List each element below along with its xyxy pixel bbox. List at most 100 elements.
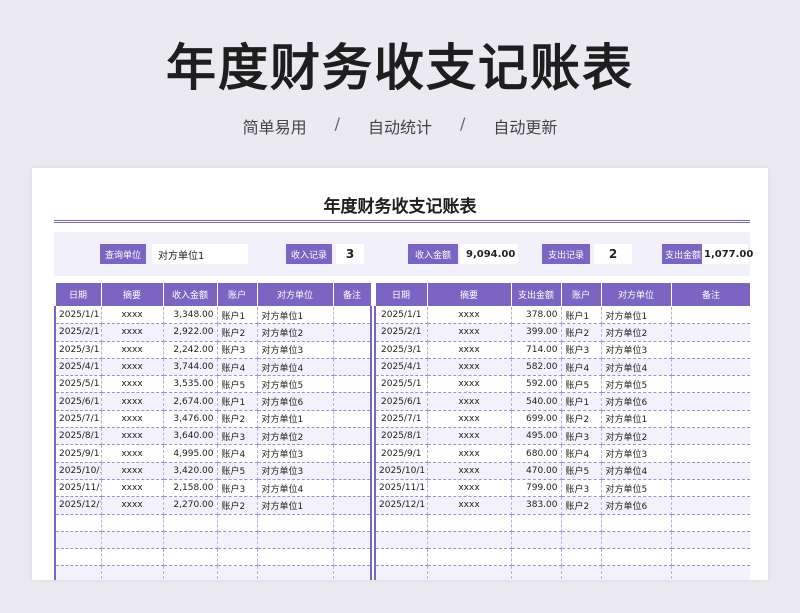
- income-cell[interactable]: [333, 548, 372, 567]
- expense-cell[interactable]: 399.00: [511, 323, 562, 342]
- expense-cell[interactable]: xxxx: [427, 444, 512, 463]
- expense-cell[interactable]: [427, 531, 512, 550]
- income-cell[interactable]: [333, 392, 372, 411]
- expense-cell[interactable]: [671, 496, 750, 515]
- income-cell[interactable]: 2025/10/1: [54, 462, 102, 480]
- income-cell[interactable]: 对方单位5: [257, 375, 334, 394]
- income-cell[interactable]: 2025/3/1: [54, 341, 102, 359]
- income-cell[interactable]: 2,270.00: [163, 496, 218, 515]
- expense-cell[interactable]: 对方单位3: [601, 444, 672, 463]
- income-cell[interactable]: 账户5: [217, 375, 258, 394]
- income-cell[interactable]: 2,922.00: [163, 323, 218, 342]
- income-cell[interactable]: xxxx: [101, 375, 164, 394]
- expense-cell[interactable]: xxxx: [427, 392, 512, 411]
- income-cell[interactable]: [333, 323, 372, 342]
- income-cell[interactable]: 2025/8/1: [54, 427, 102, 446]
- expense-cell[interactable]: 账户4: [561, 358, 602, 377]
- expense-cell[interactable]: 2025/12/1: [374, 496, 428, 515]
- expense-cell[interactable]: 对方单位4: [601, 462, 672, 480]
- expense-cell[interactable]: 2025/3/1: [374, 341, 428, 359]
- income-cell[interactable]: 2,242.00: [163, 341, 218, 359]
- income-cell[interactable]: [163, 514, 218, 532]
- expense-cell[interactable]: 账户5: [561, 462, 602, 480]
- income-cell[interactable]: [333, 306, 372, 325]
- income-cell[interactable]: 2025/6/1: [54, 392, 102, 411]
- income-cell[interactable]: 4,995.00: [163, 444, 218, 463]
- expense-cell[interactable]: xxxx: [427, 427, 512, 446]
- expense-cell[interactable]: xxxx: [427, 479, 512, 498]
- expense-cell[interactable]: 2025/11/1: [374, 479, 428, 498]
- income-cell[interactable]: 账户3: [217, 341, 258, 359]
- expense-cell[interactable]: 账户4: [561, 444, 602, 463]
- expense-cell[interactable]: [374, 565, 428, 580]
- expense-cell[interactable]: 2025/8/1: [374, 427, 428, 446]
- expense-cell[interactable]: [671, 565, 750, 580]
- expense-cell[interactable]: 账户3: [561, 427, 602, 446]
- expense-cell[interactable]: 2025/1/1: [374, 306, 428, 325]
- expense-cell[interactable]: [374, 531, 428, 550]
- expense-cell[interactable]: 2025/4/1: [374, 358, 428, 377]
- income-cell[interactable]: 对方单位4: [257, 479, 334, 498]
- expense-cell[interactable]: 714.00: [511, 341, 562, 359]
- income-cell[interactable]: 3,476.00: [163, 410, 218, 429]
- income-cell[interactable]: 对方单位1: [257, 410, 334, 429]
- income-cell[interactable]: xxxx: [101, 496, 164, 515]
- expense-cell[interactable]: [671, 514, 750, 532]
- expense-cell[interactable]: 账户1: [561, 306, 602, 325]
- expense-cell[interactable]: xxxx: [427, 341, 512, 359]
- expense-cell[interactable]: [601, 548, 672, 567]
- expense-cell[interactable]: 2025/2/1: [374, 323, 428, 342]
- income-cell[interactable]: [333, 410, 372, 429]
- expense-cell[interactable]: [427, 548, 512, 567]
- expense-cell[interactable]: 对方单位3: [601, 341, 672, 359]
- income-cell[interactable]: 对方单位2: [257, 427, 334, 446]
- expense-cell[interactable]: [671, 358, 750, 377]
- income-cell[interactable]: 对方单位4: [257, 358, 334, 377]
- income-cell[interactable]: 账户4: [217, 358, 258, 377]
- expense-cell[interactable]: [671, 548, 750, 567]
- expense-cell[interactable]: 2025/5/1: [374, 375, 428, 394]
- income-cell[interactable]: [333, 565, 372, 580]
- income-cell[interactable]: [257, 565, 334, 580]
- expense-cell[interactable]: 对方单位2: [601, 323, 672, 342]
- income-cell[interactable]: 2025/9/1: [54, 444, 102, 463]
- expense-cell[interactable]: xxxx: [427, 462, 512, 480]
- income-cell[interactable]: 2025/5/1: [54, 375, 102, 394]
- expense-cell[interactable]: 账户3: [561, 479, 602, 498]
- expense-cell[interactable]: [671, 427, 750, 446]
- expense-cell[interactable]: 799.00: [511, 479, 562, 498]
- income-cell[interactable]: 对方单位3: [257, 444, 334, 463]
- income-cell[interactable]: 2025/1/1: [54, 306, 102, 325]
- expense-cell[interactable]: [671, 531, 750, 550]
- expense-cell[interactable]: 470.00: [511, 462, 562, 480]
- expense-cell[interactable]: [601, 531, 672, 550]
- expense-cell[interactable]: 540.00: [511, 392, 562, 411]
- income-cell[interactable]: 2,674.00: [163, 392, 218, 411]
- income-cell[interactable]: xxxx: [101, 392, 164, 411]
- expense-cell[interactable]: 378.00: [511, 306, 562, 325]
- expense-cell[interactable]: 对方单位5: [601, 479, 672, 498]
- expense-cell[interactable]: 对方单位1: [601, 410, 672, 429]
- income-cell[interactable]: [333, 531, 372, 550]
- income-cell[interactable]: [333, 358, 372, 377]
- income-cell[interactable]: [333, 514, 372, 532]
- expense-cell[interactable]: 对方单位5: [601, 375, 672, 394]
- income-cell[interactable]: [101, 531, 164, 550]
- expense-cell[interactable]: [561, 531, 602, 550]
- expense-cell[interactable]: xxxx: [427, 375, 512, 394]
- income-cell[interactable]: 3,420.00: [163, 462, 218, 480]
- expense-cell[interactable]: 495.00: [511, 427, 562, 446]
- income-cell[interactable]: [54, 548, 102, 567]
- expense-cell[interactable]: 账户3: [561, 341, 602, 359]
- income-cell[interactable]: [217, 548, 258, 567]
- income-cell[interactable]: [163, 531, 218, 550]
- income-cell[interactable]: 2025/7/1: [54, 410, 102, 429]
- expense-cell[interactable]: 2025/6/1: [374, 392, 428, 411]
- income-cell[interactable]: [101, 514, 164, 532]
- expense-cell[interactable]: 对方单位1: [601, 306, 672, 325]
- income-cell[interactable]: 账户3: [217, 427, 258, 446]
- income-cell[interactable]: [163, 565, 218, 580]
- income-cell[interactable]: xxxx: [101, 427, 164, 446]
- expense-cell[interactable]: [671, 375, 750, 394]
- expense-cell[interactable]: [671, 341, 750, 359]
